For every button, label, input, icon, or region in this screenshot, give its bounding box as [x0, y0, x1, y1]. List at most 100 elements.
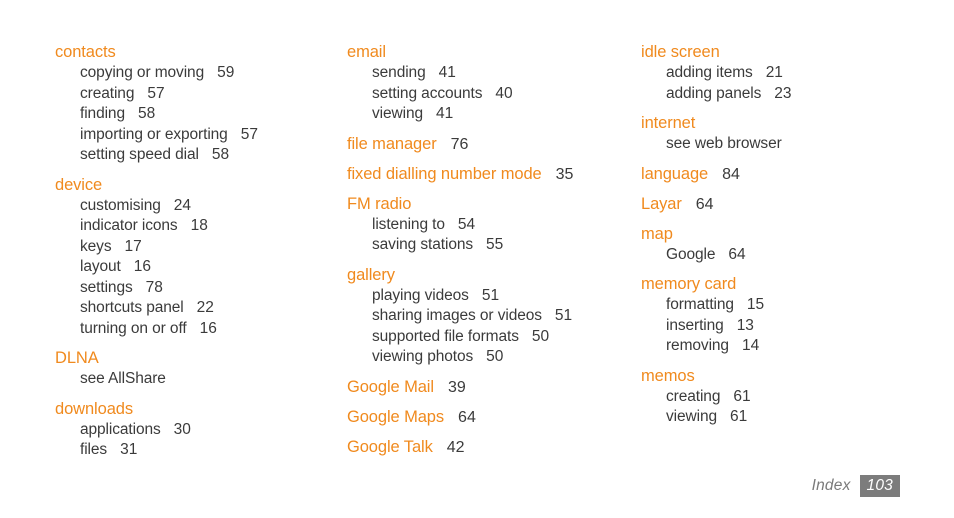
index-heading-label: gallery — [347, 265, 395, 284]
index-heading-label: downloads — [55, 399, 133, 418]
index-heading[interactable]: memory card — [641, 274, 935, 295]
index-entry-page-number: 24 — [173, 196, 191, 214]
index-heading[interactable]: contacts — [55, 42, 349, 63]
index-entry-page-number: 78 — [145, 278, 163, 296]
index-heading[interactable]: file manager 76 — [347, 134, 641, 155]
index-group: idle screen adding items 21 adding panels 23 — [641, 42, 935, 104]
index-group: DLNA see AllShare — [55, 348, 349, 390]
index-entry-label: viewing photos — [372, 348, 474, 365]
index-entry-list: Google 64 — [641, 245, 935, 266]
index-heading[interactable]: idle screen — [641, 42, 935, 63]
index-entry[interactable]: see AllShare — [80, 369, 349, 390]
index-entry-label: see web browser — [666, 135, 782, 152]
index-heading[interactable]: internet — [641, 113, 935, 134]
index-entry[interactable]: viewing photos 50 — [372, 347, 641, 368]
index-entry-label: indicator icons — [80, 217, 178, 234]
index-entry[interactable]: turning on or off 16 — [80, 319, 349, 340]
index-heading[interactable]: DLNA — [55, 348, 349, 369]
index-entry-page-number: 64 — [728, 245, 746, 263]
index-group: downloads applications 30 files 31 — [55, 399, 349, 461]
index-heading[interactable]: email — [347, 42, 641, 63]
index-heading-label: Google Maps — [347, 407, 445, 426]
index-entry[interactable]: adding panels 23 — [666, 84, 935, 105]
index-entry[interactable]: applications 30 — [80, 420, 349, 441]
index-entry-label: listening to — [372, 215, 445, 233]
index-entry-page-number: 16 — [199, 319, 217, 337]
index-heading[interactable]: gallery — [347, 265, 641, 286]
index-entry[interactable]: formatting 15 — [666, 295, 935, 316]
index-heading-label: Google Mail — [347, 377, 434, 396]
index-entry-page-number: 18 — [190, 217, 208, 234]
index-entry-page-number: 58 — [211, 146, 230, 163]
index-heading-page-number: 84 — [722, 165, 740, 183]
index-entry[interactable]: saving stations 55 — [372, 235, 641, 256]
index-entry[interactable]: copying or moving 59 — [80, 63, 349, 84]
index-entry-label: setting speed dial — [80, 146, 199, 163]
index-entry-label: inserting — [666, 316, 724, 334]
index-heading[interactable]: fixed dialling number mode 35 — [347, 164, 641, 185]
index-entry[interactable]: Google 64 — [666, 245, 935, 266]
index-entry-list: sending 41 setting accounts 40 viewing 41 — [347, 63, 641, 125]
index-heading-page-number: 76 — [450, 135, 469, 153]
index-group: fixed dialling number mode 35 — [347, 164, 641, 185]
index-entry[interactable]: settings 78 — [80, 278, 349, 299]
index-heading[interactable]: memos — [641, 366, 935, 387]
index-heading-label: DLNA — [55, 349, 99, 367]
index-heading[interactable]: downloads — [55, 399, 349, 420]
index-heading[interactable]: Google Mail 39 — [347, 377, 641, 398]
index-heading[interactable]: Google Talk 42 — [347, 437, 641, 458]
index-group: gallery playing videos 51 sharing images or… — [347, 265, 641, 368]
index-heading-label: device — [55, 175, 103, 194]
index-group: file manager 76 — [347, 134, 641, 155]
index-entry-page-number: 22 — [196, 299, 214, 316]
index-entry-label: creating — [666, 387, 721, 405]
index-entry[interactable]: see web browser — [666, 134, 935, 155]
index-entry[interactable]: layout 16 — [80, 257, 349, 278]
index-heading[interactable]: device — [55, 175, 349, 196]
index-heading[interactable]: FM radio — [347, 194, 641, 215]
index-entry[interactable]: viewing 61 — [666, 407, 935, 428]
index-heading-label: internet — [641, 114, 696, 132]
index-entry[interactable]: files 31 — [80, 440, 349, 461]
index-entry[interactable]: sending 41 — [372, 63, 641, 84]
index-heading-label: email — [347, 43, 386, 61]
index-entry[interactable]: viewing 41 — [372, 104, 641, 125]
index-entry[interactable]: setting accounts 40 — [372, 84, 641, 105]
index-entry[interactable]: keys 17 — [80, 237, 349, 258]
index-entry[interactable]: removing 14 — [666, 336, 935, 357]
index-entry[interactable]: creating 61 — [666, 387, 935, 408]
index-entry[interactable]: finding 58 — [80, 104, 349, 125]
index-heading[interactable]: map — [641, 224, 935, 245]
index-entry[interactable]: setting speed dial 58 — [80, 145, 349, 166]
index-entry[interactable]: creating 57 — [80, 84, 349, 105]
index-entry[interactable]: adding items 21 — [666, 63, 935, 84]
index-entry-list: creating 61 viewing 61 — [641, 387, 935, 428]
index-entry-label: files — [80, 441, 108, 458]
index-entry-label: importing or exporting — [80, 125, 228, 143]
index-entry-page-number: 50 — [486, 348, 504, 365]
index-entry-label: copying or moving — [80, 64, 205, 81]
index-heading[interactable]: Layar 64 — [641, 194, 935, 215]
index-entry[interactable]: sharing images or videos 51 — [372, 306, 641, 327]
index-entry[interactable]: listening to 54 — [372, 215, 641, 236]
index-entry[interactable]: importing or exporting 57 — [80, 125, 349, 146]
index-entry-list: listening to 54 saving stations 55 — [347, 215, 641, 256]
index-group: Google Mail 39 — [347, 377, 641, 398]
index-heading[interactable]: Google Maps 64 — [347, 407, 641, 428]
index-entry[interactable]: supported file formats 50 — [372, 327, 641, 348]
index-entry-label: finding — [80, 105, 125, 122]
index-entry[interactable]: customising 24 — [80, 196, 349, 217]
index-entry-page-number: 13 — [736, 316, 754, 334]
index-entry[interactable]: inserting 13 — [666, 316, 935, 337]
index-entry-page-number: 30 — [173, 420, 191, 438]
index-entry-page-number: 61 — [733, 387, 751, 405]
index-entry[interactable]: shortcuts panel 22 — [80, 298, 349, 319]
index-entry-label: adding panels — [666, 84, 762, 102]
index-heading-label: Layar — [641, 194, 682, 213]
index-group: memos creating 61 viewing 61 — [641, 366, 935, 428]
index-entry[interactable]: indicator icons 18 — [80, 216, 349, 237]
index-entry[interactable]: playing videos 51 — [372, 286, 641, 307]
index-entry-list: formatting 15 inserting 13 removing 14 — [641, 295, 935, 357]
index-heading[interactable]: language 84 — [641, 164, 935, 185]
index-group: Layar 64 — [641, 194, 935, 215]
